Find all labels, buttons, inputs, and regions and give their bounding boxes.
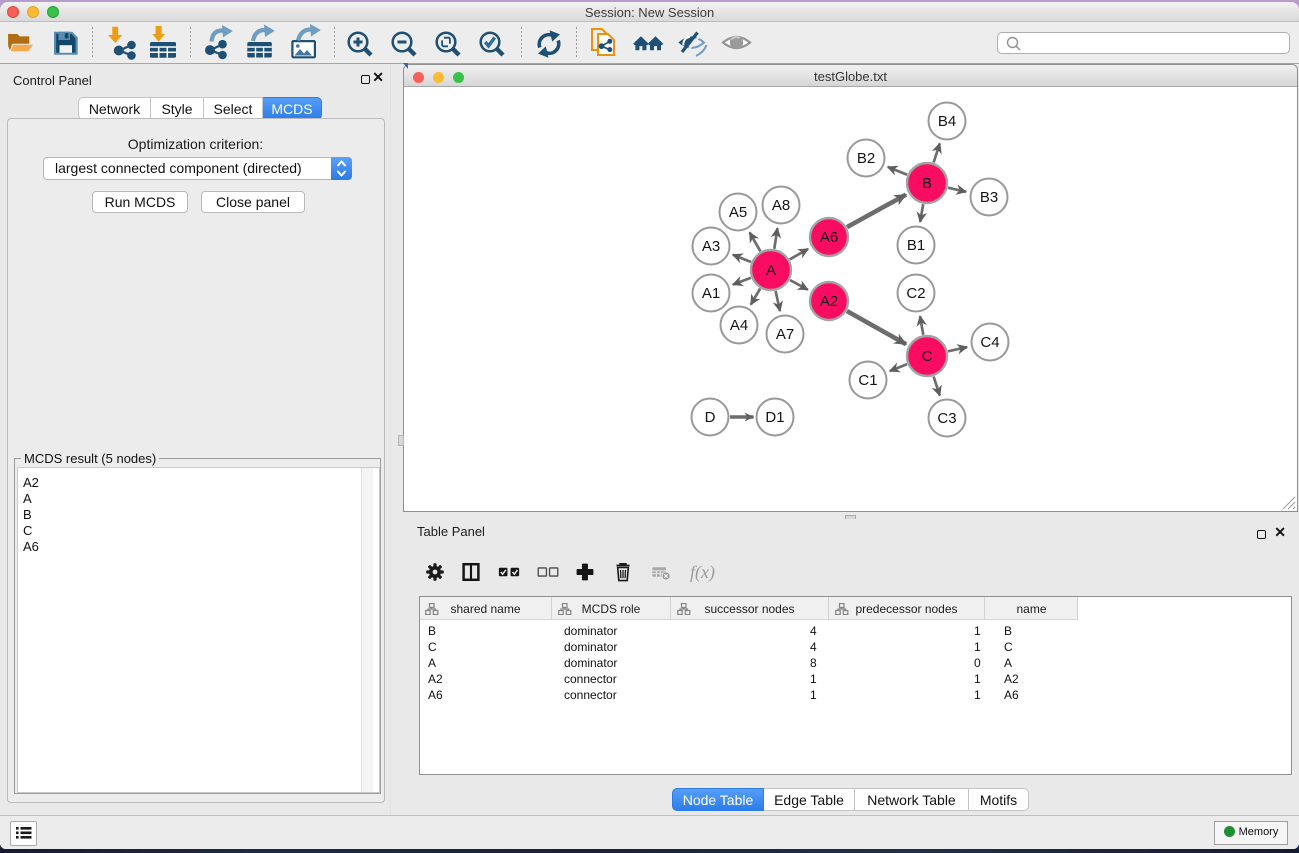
svg-text:A7: A7: [776, 326, 794, 343]
svg-text:B3: B3: [980, 189, 998, 206]
svg-text:f(x): f(x): [690, 562, 715, 583]
svg-text:B: B: [922, 175, 932, 192]
svg-text:A5: A5: [729, 204, 747, 221]
svg-text:B4: B4: [938, 113, 956, 130]
svg-text:A6: A6: [820, 229, 838, 246]
svg-text:D1: D1: [765, 409, 784, 426]
svg-text:A8: A8: [772, 197, 790, 214]
svg-text:C: C: [922, 348, 933, 365]
svg-text:A2: A2: [820, 293, 838, 310]
svg-text:A3: A3: [702, 238, 720, 255]
svg-text:D: D: [705, 409, 716, 426]
svg-text:C1: C1: [858, 372, 877, 389]
svg-text:C4: C4: [980, 334, 999, 351]
svg-text:B1: B1: [907, 237, 925, 254]
svg-text:C2: C2: [906, 285, 925, 302]
svg-text:A4: A4: [730, 317, 748, 334]
svg-text:B2: B2: [857, 150, 875, 167]
svg-text:C3: C3: [937, 410, 956, 427]
svg-text:A1: A1: [702, 285, 720, 302]
svg-text:A: A: [766, 262, 776, 279]
